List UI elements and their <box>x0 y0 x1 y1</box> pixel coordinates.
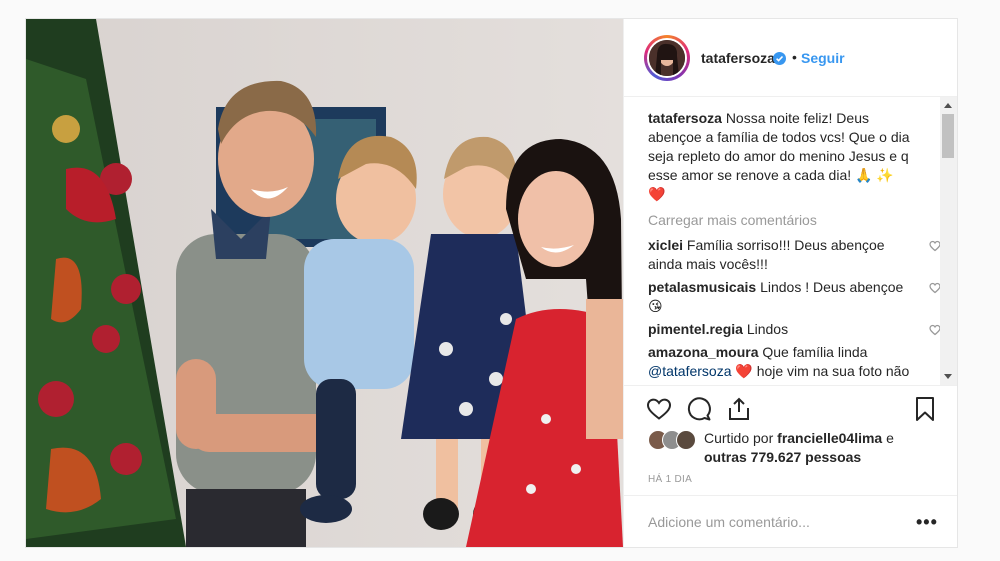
liker-avatar <box>676 430 696 450</box>
likes-prefix: Curtido por <box>704 430 774 446</box>
comment-item: xiclei Família sorriso!!! Deus abençoe a… <box>648 236 940 274</box>
load-more-comments-button[interactable]: Carregar mais comentários <box>648 211 940 230</box>
heart-icon[interactable] <box>646 396 672 422</box>
post-timestamp[interactable]: HÁ 1 DIA <box>648 474 692 485</box>
comment-like-heart-icon[interactable] <box>929 324 940 336</box>
liker-avatars[interactable] <box>648 430 700 450</box>
likes-text: Curtido por francielle04lima e <box>704 429 928 448</box>
comment-username[interactable]: xiclei <box>648 237 683 253</box>
post-actions-bar <box>624 385 957 433</box>
post-caption: tatafersoza Nossa noite feliz! Deus aben… <box>648 109 913 204</box>
comment-text: Lindos <box>746 321 789 337</box>
caption-username[interactable]: tatafersoza <box>648 110 722 126</box>
post-photo[interactable] <box>26 19 623 547</box>
follow-button[interactable]: Seguir <box>801 50 845 66</box>
family-photo-illustration <box>26 19 623 547</box>
instagram-post: tatafersoza • Seguir tatafersoza Nossa n… <box>25 18 958 548</box>
comment-like-heart-icon[interactable] <box>929 282 940 294</box>
scroll-down-arrow-icon[interactable] <box>944 374 952 379</box>
scroll-up-arrow-icon[interactable] <box>944 103 952 108</box>
more-options-icon[interactable]: ••• <box>916 512 938 533</box>
post-header: tatafersoza • Seguir <box>624 19 957 97</box>
comment-mention-link[interactable]: @tatafersoza <box>648 363 731 379</box>
add-comment-bar: Adicione um comentário... ••• <box>624 495 957 547</box>
comment-username[interactable]: pimentel.regia <box>648 321 743 337</box>
comment-icon[interactable] <box>686 396 712 422</box>
likes-others-link[interactable]: outras 779.627 pessoas <box>704 448 928 467</box>
avatar[interactable] <box>644 35 690 81</box>
comment-item: pimentel.regia Lindos <box>648 320 940 339</box>
comment-username[interactable]: petalasmusicais <box>648 279 756 295</box>
share-icon[interactable] <box>726 396 752 422</box>
avatar-image <box>647 38 687 78</box>
scrollbar-thumb[interactable] <box>942 114 954 158</box>
add-comment-input[interactable]: Adicione um comentário... <box>648 514 810 530</box>
comments-list[interactable]: tatafersoza Nossa noite feliz! Deus aben… <box>624 97 940 385</box>
comment-username[interactable]: amazona_moura <box>648 344 758 360</box>
likes-summary: Curtido por francielle04lima e outras 77… <box>648 429 928 467</box>
separator-dot: • <box>792 49 797 65</box>
header-username-link[interactable]: tatafersoza <box>701 50 775 66</box>
comment-item: amazona_moura Que família linda @tatafer… <box>648 343 913 385</box>
post-side-panel: tatafersoza • Seguir tatafersoza Nossa n… <box>623 19 957 547</box>
comment-item: petalasmusicais Lindos ! Deus abençoe 😘 <box>648 278 940 316</box>
likes-and: e <box>886 430 894 446</box>
comment-like-heart-icon[interactable] <box>929 240 940 252</box>
comment-text: Família sorriso!!! Deus abençoe ainda ma… <box>648 237 885 272</box>
bookmark-icon[interactable] <box>912 396 938 422</box>
verified-badge-icon <box>773 52 786 65</box>
comment-text: Que família linda <box>762 344 868 360</box>
comments-scrollbar[interactable] <box>940 97 957 385</box>
likes-user-link[interactable]: francielle04lima <box>777 430 882 446</box>
